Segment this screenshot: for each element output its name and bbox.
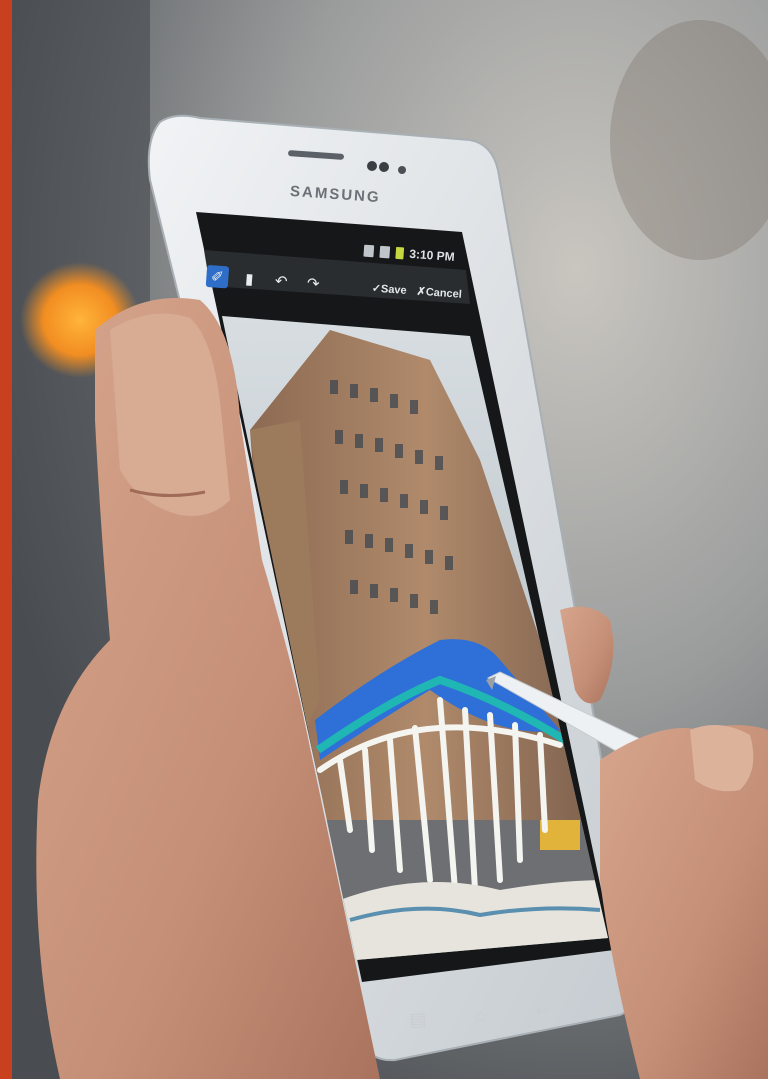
back-icon[interactable]: ↩ xyxy=(534,1000,551,1022)
photo-scene xyxy=(0,0,768,1079)
battery-icon xyxy=(394,246,404,260)
status-time: 3:10 PM xyxy=(408,246,456,264)
left-edge-strip xyxy=(0,0,12,1079)
home-icon[interactable]: ⌂ xyxy=(474,1004,486,1026)
cancel-button[interactable]: ✗Cancel xyxy=(416,284,462,300)
signal-icon xyxy=(379,245,390,259)
save-button[interactable]: ✓Save xyxy=(371,281,407,296)
redo-icon[interactable]: ↷ xyxy=(301,272,324,295)
search-icon[interactable]: ⌕ xyxy=(598,996,610,1018)
menu-icon[interactable]: ▤ xyxy=(409,1008,427,1030)
pen-icon[interactable]: ✐ xyxy=(205,264,230,289)
undo-icon[interactable]: ↶ xyxy=(270,269,293,292)
eraser-icon[interactable]: ▮ xyxy=(238,267,261,290)
usb-icon xyxy=(363,244,374,258)
